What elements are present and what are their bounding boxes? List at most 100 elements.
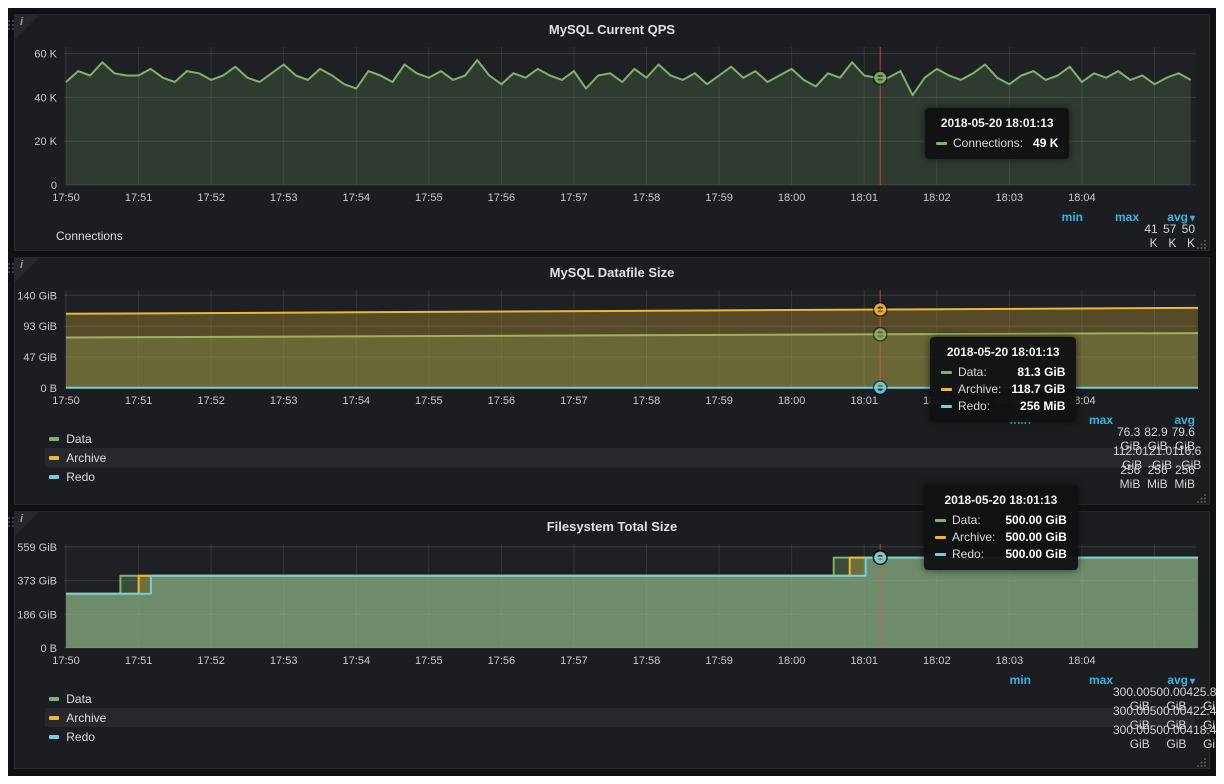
legend-sort-max[interactable]: max [1031,673,1113,687]
svg-text:17:50: 17:50 [52,395,80,407]
svg-text:93 GiB: 93 GiB [23,321,57,333]
legend-series-archive[interactable]: Archive [49,451,131,465]
tooltip-series-name: Redo: [952,547,984,561]
tooltip-series-value: 500.00 GiB [1005,513,1066,527]
svg-text:17:59: 17:59 [705,192,733,204]
panel-drag-handle[interactable] [8,263,14,277]
legend-row: Archive 300.00 GiB 500.00 GiB 422.42 GiB [45,708,1195,727]
svg-text:17:57: 17:57 [560,395,588,407]
legend-series-connections[interactable]: Connections [49,229,105,243]
series-color-swatch [941,371,952,374]
legend-row: Data 300.00 GiB 500.00 GiB 425.86 GiB [45,689,1195,708]
svg-text:17:53: 17:53 [270,395,298,407]
svg-text:17:58: 17:58 [633,655,661,667]
graph-tooltip: 2018-05-20 18:01:13 Data: 500.00 GiB Arc… [924,485,1078,570]
svg-text:17:55: 17:55 [415,655,443,667]
panel-resize-handle[interactable] [1195,754,1207,766]
legend-sort-max[interactable]: max [1083,210,1139,224]
svg-text:17:53: 17:53 [270,192,298,204]
tooltip-series-name: Data: [952,513,981,527]
svg-text:18:04: 18:04 [1068,655,1096,667]
svg-text:140 GiB: 140 GiB [18,290,57,302]
legend-stat-headers: min max avg▾ [45,671,1195,689]
svg-text:559 GiB: 559 GiB [18,542,57,554]
svg-text:17:51: 17:51 [125,395,153,407]
tooltip-series-value: 256 MiB [1020,399,1065,413]
svg-text:17:59: 17:59 [705,655,733,667]
svg-text:17:51: 17:51 [125,655,153,667]
panel-info-corner[interactable]: i [15,15,39,39]
svg-text:17:58: 17:58 [633,192,661,204]
series-color-swatch [935,519,946,522]
legend-stat-headers: min max avg▾ [45,208,1195,226]
svg-text:17:56: 17:56 [488,655,516,667]
stat-min: 256 MiB [1113,463,1140,491]
panel-drag-handle[interactable] [8,517,14,531]
svg-text:17:59: 17:59 [705,395,733,407]
svg-text:18:01: 18:01 [850,395,878,407]
info-icon: i [20,259,23,271]
grafana-dashboard: i MySQL Current QPS 0 20 K 40 K 60 K 17:50 17… [8,8,1216,776]
svg-text:17:57: 17:57 [560,192,588,204]
graph-tooltip: 2018-05-20 18:01:13 Data: 81.3 GiB Archi… [930,337,1076,422]
panel-resize-handle[interactable] [1195,490,1207,502]
legend-row: Archive 112.0 GiB 121.0 GiB 116.6 GiB [45,448,1195,467]
svg-text:17:52: 17:52 [197,395,225,407]
svg-text:20 K: 20 K [34,136,57,148]
legend-row: Redo 256 MiB 256 MiB 256 MiB [45,467,1195,486]
legend-series-redo[interactable]: Redo [49,730,131,744]
tooltip-series-value: 500.00 GiB [1005,547,1066,561]
svg-text:17:52: 17:52 [197,192,225,204]
stat-max: 57 K [1158,222,1177,250]
legend-sort-min[interactable]: min [949,673,1031,687]
panel-title[interactable]: MySQL Current QPS [15,15,1209,42]
series-color-swatch [49,735,59,739]
tooltip-series-value: 118.7 GiB [1011,382,1065,396]
svg-text:17:51: 17:51 [125,192,153,204]
panel-info-corner[interactable]: i [15,512,39,536]
series-color-swatch [941,388,952,391]
svg-text:17:54: 17:54 [343,395,371,407]
svg-text:17:57: 17:57 [560,655,588,667]
legend-series-data[interactable]: Data [49,692,131,706]
legend-series-archive[interactable]: Archive [49,711,131,725]
svg-text:17:50: 17:50 [52,192,80,204]
series-color-swatch [941,405,952,408]
legend: min max avg▾ Data 300.00 GiB 500.00 GiB … [45,671,1195,746]
panel-resize-handle[interactable] [1195,236,1207,248]
panel-title[interactable]: MySQL Datafile Size [15,258,1209,285]
tooltip-series-value: 81.3 GiB [1017,365,1065,379]
tooltip-series-name: Data: [958,365,987,379]
panel-info-corner[interactable]: i [15,258,39,282]
svg-text:60 K: 60 K [34,49,57,61]
svg-text:17:54: 17:54 [343,655,371,667]
tooltip-timestamp: 2018-05-20 18:01:13 [935,493,1067,507]
svg-text:40 K: 40 K [34,92,57,104]
svg-text:17:58: 17:58 [633,395,661,407]
svg-text:18:03: 18:03 [996,655,1024,667]
svg-text:17:52: 17:52 [197,655,225,667]
svg-text:18:00: 18:00 [778,192,806,204]
svg-text:18:00: 18:00 [778,395,806,407]
legend-row: Redo 300.00 GiB 500.00 GiB 418.42 GiB [45,727,1195,746]
svg-text:17:53: 17:53 [270,655,298,667]
series-color-swatch [936,142,947,145]
svg-text:47 GiB: 47 GiB [23,352,57,364]
svg-text:18:01: 18:01 [850,655,878,667]
stat-min: 41 K [1139,222,1158,250]
legend: min max avg▾ Connections 41 K 57 K 50 K [45,208,1195,245]
tooltip-series-value: 49 K [1033,136,1058,150]
panel-drag-handle[interactable] [8,20,14,34]
info-icon: i [20,513,23,525]
svg-text:0: 0 [51,180,57,192]
legend-series-redo[interactable]: Redo [49,470,131,484]
series-color-swatch [49,437,59,441]
series-color-swatch [49,456,59,460]
tooltip-timestamp: 2018-05-20 18:01:13 [941,345,1065,359]
legend-sort-min[interactable]: min [1027,210,1083,224]
legend-row: Connections 41 K 57 K 50 K [45,226,1195,245]
svg-text:17:54: 17:54 [343,192,371,204]
stat-max: 500.00 GiB [1150,723,1187,751]
legend-series-data[interactable]: Data [49,432,131,446]
svg-text:186 GiB: 186 GiB [18,609,57,621]
